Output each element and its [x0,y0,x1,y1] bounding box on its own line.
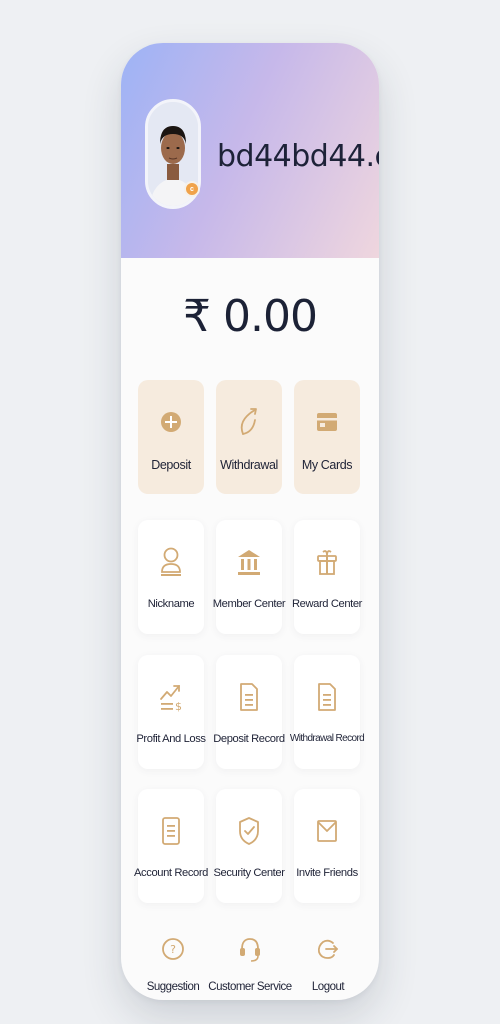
chart-dollar-icon: $ [160,685,182,713]
nickname-button[interactable]: Nickname [138,520,204,634]
customer-service-button[interactable]: Customer Service [207,929,293,999]
profile-header: c bd44bd44.com [121,43,379,258]
my-cards-button[interactable]: My Cards [294,380,360,494]
document-icon [240,683,258,711]
nickname-label: Nickname [147,598,195,610]
security-center-button[interactable]: Security Center [213,789,285,903]
notebook-icon [162,817,180,845]
bank-icon [238,550,260,575]
document-icon [318,683,336,711]
security-center-label: Security Center [213,867,285,879]
profit-and-loss-label: Profit And Loss [136,733,206,745]
account-record-button[interactable]: Account Record [134,789,208,903]
member-center-button[interactable]: Member Center [213,520,286,634]
my-cards-label: My Cards [301,458,353,472]
logout-button[interactable]: Logout [285,929,371,999]
invite-friends-label: Invite Friends [296,867,358,879]
reward-center-label: Reward Center [291,598,363,610]
site-name: bd44bd44.com [217,139,379,174]
profit-and-loss-button[interactable]: $ Profit And Loss [136,655,206,769]
reward-center-button[interactable]: Reward Center [292,520,362,634]
leaf-arrow-icon [240,408,257,435]
deposit-record-button[interactable]: Deposit Record [213,655,285,769]
envelope-icon [317,820,337,842]
member-center-label: Member Center [212,598,286,610]
gift-icon [317,550,337,575]
logout-label: Logout [311,981,345,993]
withdrawal-button[interactable]: Withdrawal [216,380,282,494]
deposit-label: Deposit [151,458,191,472]
svg-text:$: $ [175,700,182,713]
deposit-button[interactable]: Deposit [138,380,204,494]
withdrawal-label: Withdrawal [220,458,278,472]
avatar-edit-badge[interactable]: c [184,181,200,197]
deposit-record-label: Deposit Record [213,733,285,745]
wallet-balance: ₹ 0.00 [183,291,318,342]
headset-icon [240,938,260,962]
shield-check-icon [239,817,259,845]
withdrawal-record-button[interactable]: Withdrawal Record [290,655,365,769]
plus-circle-icon [161,412,181,432]
profile-screen: c bd44bd44.com ₹ 0.00 Deposit Withdrawal [121,43,379,1000]
suggestion-label: Suggestion [146,981,200,993]
suggestion-button[interactable]: ? Suggestion [130,929,216,999]
card-icon [317,413,337,431]
account-record-label: Account Record [134,867,208,879]
customer-service-label: Customer Service [208,981,292,993]
withdrawal-record-label: Withdrawal Record [289,733,365,744]
user-icon [161,547,181,576]
logout-icon [317,939,338,959]
invite-friends-button[interactable]: Invite Friends [294,789,360,903]
question-circle-icon: ? [162,938,184,960]
svg-text:?: ? [170,943,176,956]
